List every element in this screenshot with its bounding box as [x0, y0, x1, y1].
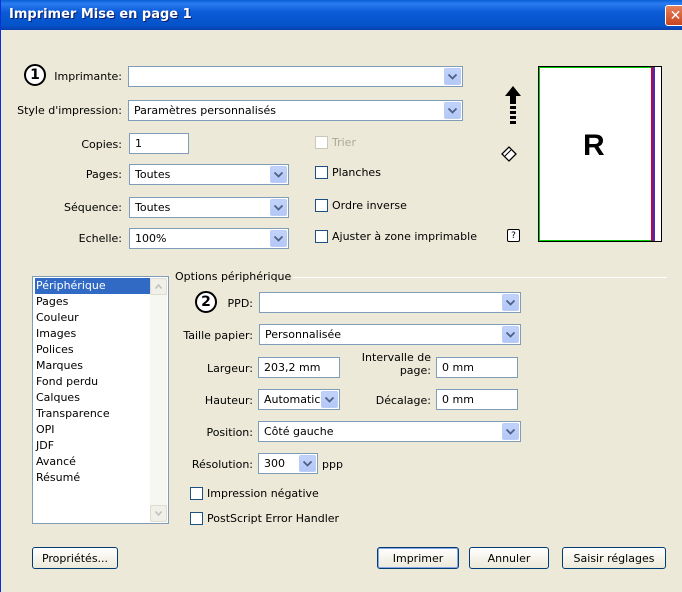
close-icon: ✕ — [669, 7, 682, 24]
list-item[interactable]: OPI — [35, 422, 150, 438]
reverse-order-label: Ordre inverse — [332, 199, 407, 212]
chevron-down-icon[interactable] — [444, 68, 461, 85]
print-dialog: Imprimer Mise en page 1 ✕ 1 Imprimante: … — [0, 0, 682, 592]
ps-error-handler-checkbox[interactable] — [190, 512, 203, 525]
list-item[interactable]: Transparence — [35, 406, 150, 422]
position-select[interactable]: Côté gauche — [258, 421, 521, 442]
properties-button[interactable]: Propriétés... — [32, 547, 118, 569]
pages-label: Pages: — [85, 168, 122, 181]
spreads-checkbox[interactable] — [315, 166, 328, 179]
page-gap-input[interactable]: 0 mm — [436, 357, 518, 378]
offset-input[interactable]: 0 mm — [436, 389, 518, 410]
print-style-select[interactable]: Paramètres personnalisés — [128, 100, 463, 121]
copies-input[interactable]: 1 — [129, 133, 189, 154]
resolution-label: Résolution: — [191, 458, 253, 471]
chevron-down-icon[interactable] — [502, 423, 519, 440]
list-item[interactable]: Couleur — [35, 310, 150, 326]
paper-size-label: Taille papier: — [183, 329, 253, 342]
scale-label: Echelle: — [78, 232, 122, 245]
print-style-label: Style d'impression: — [17, 104, 122, 117]
ppd-select[interactable] — [259, 292, 521, 313]
chevron-down-icon[interactable] — [270, 166, 287, 183]
print-button[interactable]: Imprimer — [377, 547, 459, 569]
sequence-label: Séquence: — [64, 201, 122, 214]
callout-marker-2: 2 — [195, 291, 217, 313]
page-gap-label: Intervalle de page: — [361, 351, 431, 377]
collate-checkbox[interactable] — [315, 136, 328, 149]
copies-label: Copies: — [81, 138, 122, 151]
scroll-down-button[interactable] — [150, 505, 167, 522]
chevron-down-icon[interactable] — [270, 199, 287, 216]
chevron-down-icon[interactable] — [502, 294, 519, 311]
printer-select[interactable] — [128, 66, 463, 87]
offset-label: Décalage: — [375, 394, 431, 407]
list-scrollbar[interactable] — [150, 278, 167, 522]
chevron-down-icon[interactable] — [444, 102, 461, 119]
width-input[interactable]: 203,2 mm — [258, 357, 340, 378]
sequence-select[interactable]: Toutes — [129, 197, 289, 218]
fit-printable-checkbox[interactable] — [315, 230, 328, 243]
close-button[interactable]: ✕ — [665, 5, 682, 26]
page-rotate-icon[interactable] — [499, 144, 519, 167]
negative-print-label: Impression négative — [207, 487, 319, 500]
list-item[interactable]: JDF — [35, 438, 150, 454]
height-select[interactable]: Automatic — [258, 389, 340, 410]
scale-select[interactable]: 100% — [129, 228, 289, 249]
width-label: Largeur: — [207, 362, 253, 375]
help-icon[interactable]: ? — [507, 229, 520, 242]
pages-select[interactable]: Toutes — [129, 164, 289, 185]
collate-label: Trier — [332, 136, 356, 149]
resolution-unit: ppp — [322, 458, 343, 471]
chevron-down-icon[interactable] — [270, 230, 287, 247]
device-options-title: Options périphérique — [175, 270, 292, 283]
spreads-label: Planches — [332, 166, 381, 179]
chevron-down-icon — [155, 511, 162, 516]
group-divider — [293, 277, 667, 278]
title-bar[interactable]: Imprimer Mise en page 1 ✕ — [1, 0, 682, 30]
list-item[interactable]: Images — [35, 326, 150, 342]
preview-margin-blue — [653, 67, 655, 241]
list-item[interactable]: Avancé — [35, 454, 150, 470]
paper-size-select[interactable]: Personnalisée — [259, 324, 521, 345]
height-label: Hauteur: — [204, 394, 253, 407]
window-title: Imprimer Mise en page 1 — [9, 7, 192, 22]
ps-error-handler-label: PostScript Error Handler — [207, 512, 340, 525]
chevron-down-icon[interactable] — [321, 391, 338, 408]
list-item[interactable]: Périphérique — [35, 278, 150, 294]
list-item[interactable]: Calques — [35, 390, 150, 406]
chevron-down-icon[interactable] — [502, 326, 519, 343]
negative-print-checkbox[interactable] — [190, 487, 203, 500]
category-list[interactable]: Périphérique Pages Couleur Images Police… — [32, 276, 169, 524]
list-item[interactable]: Fond perdu — [35, 374, 150, 390]
save-settings-button[interactable]: Saisir réglages — [562, 547, 666, 569]
preview-letter: R — [583, 129, 605, 162]
list-item[interactable]: Pages — [35, 294, 150, 310]
callout-marker-1: 1 — [24, 64, 46, 86]
list-item[interactable]: Résumé — [35, 470, 150, 486]
reverse-order-checkbox[interactable] — [315, 199, 328, 212]
chevron-down-icon[interactable] — [299, 455, 316, 472]
resolution-select[interactable]: 300 — [258, 453, 318, 474]
printer-label: Imprimante: — [54, 70, 122, 83]
chevron-up-icon — [155, 284, 162, 289]
scroll-up-button[interactable] — [150, 278, 167, 295]
list-item[interactable]: Polices — [35, 342, 150, 358]
page-preview: R — [538, 66, 662, 242]
fit-printable-label: Ajuster à zone imprimable — [332, 230, 477, 243]
list-item[interactable]: Marques — [35, 358, 150, 374]
cancel-button[interactable]: Annuler — [469, 547, 549, 569]
position-label: Position: — [206, 426, 253, 439]
orientation-arrow-icon[interactable] — [505, 86, 521, 127]
ppd-label: PPD: — [227, 297, 253, 310]
